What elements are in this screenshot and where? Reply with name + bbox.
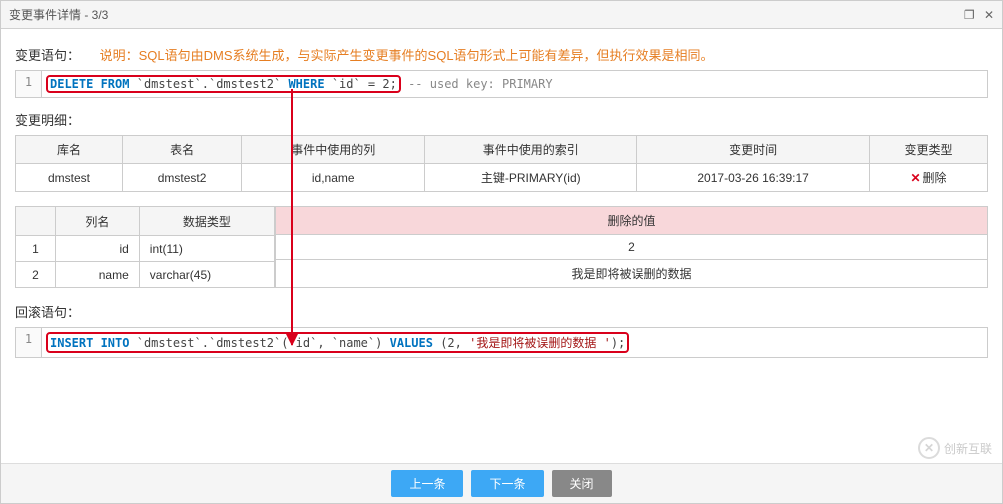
sql-keyword: INSERT INTO (50, 336, 129, 350)
annotation-arrow (291, 89, 293, 345)
col-name: 列名 (56, 207, 140, 236)
col-time: 变更时间 (637, 136, 870, 164)
sql-highlight: INSERT INTO `dmstest`.`dmstest2`(`id`, `… (46, 332, 629, 353)
table-header-row: 删除的值 (276, 207, 988, 235)
cell-name: id (56, 236, 140, 262)
columns-left-table: 列名 数据类型 1 id int(11) 2 name varchar(45) (15, 206, 275, 288)
sql-open: (2, (440, 336, 462, 350)
sql-table: `dmstest`.`dmstest2`( (137, 336, 289, 350)
col-num (16, 207, 56, 236)
columns-detail: 列名 数据类型 1 id int(11) 2 name varchar(45) … (15, 206, 988, 288)
prev-button[interactable]: 上一条 (391, 470, 463, 497)
table-row[interactable]: 2 name varchar(45) (16, 262, 275, 288)
cell-cols: id,name (242, 164, 425, 192)
detail-label-row: 变更明细： (15, 110, 988, 129)
dialog-footer: 上一条 下一条 关闭 (1, 463, 1002, 503)
cell-time: 2017-03-26 16:39:17 (637, 164, 870, 192)
detail-table: 库名 表名 事件中使用的列 事件中使用的索引 变更时间 变更类型 dmstest… (15, 135, 988, 192)
col-table: 表名 (123, 136, 242, 164)
sql-cond: `id` = 2; (332, 77, 397, 91)
sql-comment: -- used key: PRIMARY (408, 77, 553, 91)
rollback-sql-box: 1 INSERT INTO `dmstest`.`dmstest2`(`id`,… (15, 327, 988, 358)
columns-right-table: 删除的值 2 我是即将被误删的数据 (275, 206, 988, 288)
cell-idx: 主键-PRIMARY(id) (425, 164, 637, 192)
table-header-row: 列名 数据类型 (16, 207, 275, 236)
change-sql-code[interactable]: DELETE FROM `dmstest`.`dmstest2` WHERE `… (42, 71, 559, 97)
rollback-label-row: 回滚语句： (15, 302, 988, 321)
delete-x-icon: ✕ (910, 171, 920, 185)
change-sql-box: 1 DELETE FROM `dmstest`.`dmstest2` WHERE… (15, 70, 988, 98)
cell-val: 2 (276, 235, 988, 260)
table-row[interactable]: 2 (276, 235, 988, 260)
table-row[interactable]: 1 id int(11) (16, 236, 275, 262)
rollback-label: 回滚语句： (15, 305, 80, 320)
sql-highlight: DELETE FROM `dmstest`.`dmstest2` WHERE `… (46, 75, 401, 93)
cell-dtype: varchar(45) (139, 262, 274, 288)
table-row[interactable]: dmstest dmstest2 id,name 主键-PRIMARY(id) … (16, 164, 988, 192)
col-type: 变更类型 (870, 136, 988, 164)
sql-cols: `id`, `name` (288, 336, 375, 350)
sql-string: '我是即将被误删的数据 ' (469, 336, 611, 350)
sql-keyword: DELETE FROM (50, 77, 129, 91)
col-deleted-val: 删除的值 (276, 207, 988, 235)
rollback-sql-code[interactable]: INSERT INTO `dmstest`.`dmstest2`(`id`, `… (42, 328, 635, 357)
table-row[interactable]: 我是即将被误删的数据 (276, 260, 988, 288)
cell-table: dmstest2 (123, 164, 242, 192)
titlebar: 变更事件详情 - 3/3 ❐ ✕ (1, 1, 1002, 29)
change-stmt-note: 说明：SQL语句由DMS系统生成，与实际产生变更事件的SQL语句形式上可能有差异… (100, 48, 714, 63)
dialog-title: 变更事件详情 - 3/3 (9, 1, 108, 29)
sql-keyword: WHERE (288, 77, 324, 91)
col-dtype: 数据类型 (139, 207, 274, 236)
line-number: 1 (16, 71, 42, 97)
sql-table: `dmstest`.`dmstest2` (137, 77, 282, 91)
dialog-body: 变更语句： 说明：SQL语句由DMS系统生成，与实际产生变更事件的SQL语句形式… (1, 29, 1002, 380)
watermark-text: 创新互联 (944, 440, 992, 457)
cell-type: ✕删除 (870, 164, 988, 192)
detail-label: 变更明细： (15, 113, 80, 128)
cell-n: 1 (16, 236, 56, 262)
col-db: 库名 (16, 136, 123, 164)
sql-keyword: VALUES (390, 336, 433, 350)
change-stmt-label: 变更语句： (15, 48, 80, 63)
next-button[interactable]: 下一条 (471, 470, 543, 497)
watermark: ✕ 创新互联 (918, 437, 992, 459)
close-icon[interactable]: ✕ (984, 8, 994, 22)
table-header-row: 库名 表名 事件中使用的列 事件中使用的索引 变更时间 变更类型 (16, 136, 988, 164)
cell-dtype: int(11) (139, 236, 274, 262)
maximize-icon[interactable]: ❐ (964, 8, 975, 22)
cell-n: 2 (16, 262, 56, 288)
cell-val: 我是即将被误删的数据 (276, 260, 988, 288)
dialog-window: 变更事件详情 - 3/3 ❐ ✕ 变更语句： 说明：SQL语句由DMS系统生成，… (0, 0, 1003, 504)
col-idx: 事件中使用的索引 (425, 136, 637, 164)
col-cols: 事件中使用的列 (242, 136, 425, 164)
close-button[interactable]: 关闭 (552, 470, 612, 497)
cell-db: dmstest (16, 164, 123, 192)
cell-name: name (56, 262, 140, 288)
watermark-logo-icon: ✕ (918, 437, 940, 459)
line-number: 1 (16, 328, 42, 357)
change-stmt-row: 变更语句： 说明：SQL语句由DMS系统生成，与实际产生变更事件的SQL语句形式… (15, 45, 988, 64)
window-controls: ❐ ✕ (958, 1, 994, 29)
